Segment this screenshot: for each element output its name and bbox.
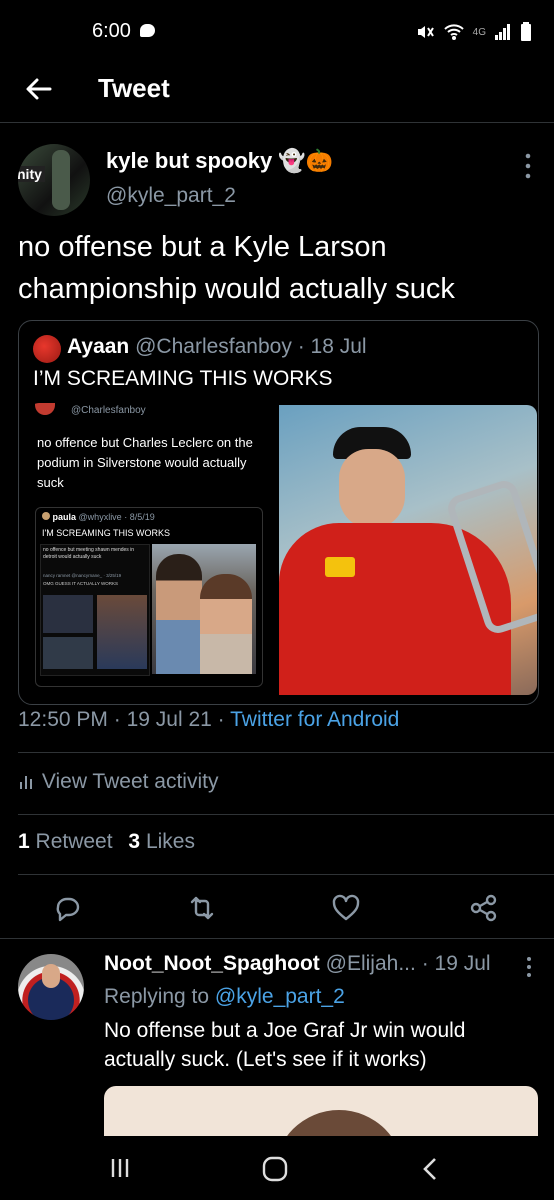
reply-author-handle[interactable]: @Elijah... [326, 952, 416, 975]
page-title: Tweet [98, 73, 170, 103]
likes-stat[interactable]: 3 Likes [128, 830, 195, 853]
screenshot-avatar [35, 403, 55, 415]
deep-author-name: nancy ramnet [43, 573, 71, 578]
sponsor-patch [325, 557, 355, 577]
share-icon[interactable] [466, 890, 502, 926]
nested-header: paula @whyxlive · 8/5/19 [42, 512, 155, 522]
driver-face [339, 449, 405, 529]
nested-text: I'M SCREAMING THIS WORKS [42, 528, 171, 538]
replying-label: Replying to [104, 985, 210, 1008]
quoted-tweet[interactable]: Ayaan @Charlesfanboy · 18 Jul I’M SCREAM… [18, 320, 539, 705]
tweet-meta: 12:50 PM · 19 Jul 21 · Twitter for Andro… [18, 708, 400, 731]
system-nav-bar [0, 1136, 554, 1200]
divider [18, 814, 554, 815]
screenshot-handle: @Charlesfanboy [71, 405, 146, 416]
quote-header: Ayaan @Charlesfanboy · 18 Jul [67, 335, 367, 359]
message-notification-icon [140, 24, 155, 37]
status-bar: 6:00 4G [0, 0, 554, 64]
reply-avatar[interactable] [18, 954, 84, 1020]
screenshot-text: no offence but Charles Leclerc on the po… [37, 435, 253, 490]
nested-author-name: paula [52, 512, 77, 522]
quote-text: I’M SCREAMING THIS WORKS [33, 367, 333, 390]
quote-date: · 18 Jul [297, 335, 367, 358]
app-header [0, 64, 554, 123]
author-name[interactable]: kyle but spooky 👻🎃 [106, 148, 333, 174]
tweet-text: no offense but a Kyle Larson championshi… [18, 231, 455, 305]
divider [18, 752, 554, 753]
activity-label: View Tweet activity [41, 770, 219, 793]
avatar-figure [52, 150, 70, 210]
tweet-time: 12:50 PM [18, 708, 108, 731]
deep-photo-2 [97, 595, 147, 669]
selfie-person-2 [200, 574, 252, 674]
activity-icon [20, 776, 32, 789]
reply-more-options-icon[interactable] [524, 956, 534, 978]
deep-screenshot: no offence but meeting shawn mendes in d… [40, 544, 150, 676]
retweet-stat[interactable]: 1 Retweet [18, 830, 118, 853]
back-nav-icon[interactable] [420, 1156, 440, 1182]
signal-icon [495, 24, 510, 40]
deep-photo-1 [43, 595, 93, 633]
wifi-icon [443, 24, 464, 40]
home-icon[interactable] [262, 1156, 288, 1182]
replying-to-handle[interactable]: @kyle_part_2 [215, 985, 345, 1008]
author-handle[interactable]: @kyle_part_2 [106, 184, 236, 208]
reply-header: Noot_Noot_Spaghoot @Elijah... · 19 Jul [104, 952, 491, 976]
deep-author-handle: @nancyrnane_ · 3/25/19 [71, 573, 122, 578]
deep-caption: OMG GUESS IT ACTUALLY WORKS [43, 581, 119, 586]
status-time: 6:00 [92, 20, 131, 42]
selfie-person-1 [156, 554, 202, 674]
like-icon[interactable] [328, 890, 364, 926]
tweet-date: 19 Jul 21 [126, 708, 212, 731]
avatar-text: nity [18, 166, 45, 182]
engagement-counts: 1 Retweet 3 Likes [18, 830, 195, 854]
mute-icon [417, 26, 434, 38]
network-type: 4G [472, 26, 486, 38]
reply-avatar-face [42, 964, 60, 988]
deep-text: no offence but meeting shawn mendes in d… [43, 547, 135, 560]
more-options-icon[interactable] [518, 152, 538, 180]
nested-author-handle: @whyxlive · 8/5/19 [78, 512, 155, 522]
quote-avatar [33, 335, 61, 363]
reply-date: · 19 Jul [421, 952, 491, 975]
quote-author-name: Ayaan [67, 335, 130, 358]
likes-label: Likes [145, 830, 195, 853]
nested-tweet: paula @whyxlive · 8/5/19 I'M SCREAMING T… [35, 507, 263, 687]
reply-icon[interactable] [50, 890, 86, 926]
view-activity-link[interactable]: View Tweet activity [18, 770, 218, 794]
section-divider [0, 938, 554, 939]
likes-count: 3 [128, 830, 141, 853]
author-avatar[interactable]: nity [18, 144, 90, 216]
quote-author-handle: @Charlesfanboy [135, 335, 292, 358]
divider [18, 874, 554, 875]
selfie-photo [152, 544, 256, 674]
battery-icon [521, 22, 531, 41]
deep-author: nancy ramnet @nancyrnane_ · 3/25/19 [43, 573, 121, 578]
retweet-count: 1 [18, 830, 30, 853]
tweet-source[interactable]: Twitter for Android [230, 708, 399, 731]
quote-media-photo[interactable] [279, 405, 537, 695]
quote-media-screenshot[interactable]: @Charlesfanboy no offence but Charles Le… [29, 403, 277, 693]
tweet-actions [0, 882, 554, 932]
back-arrow-icon[interactable] [22, 72, 56, 106]
reply-text: No offense but a Joe Graf Jr win would a… [104, 1019, 466, 1071]
deep-photo-3 [43, 637, 93, 669]
retweet-label: Retweet [35, 830, 113, 853]
replying-to: Replying to @kyle_part_2 [104, 985, 345, 1009]
retweet-icon[interactable] [184, 890, 220, 926]
recent-apps-icon[interactable] [108, 1156, 132, 1180]
status-icons: 4G [415, 20, 532, 44]
reply-author-name[interactable]: Noot_Noot_Spaghoot [104, 952, 320, 975]
